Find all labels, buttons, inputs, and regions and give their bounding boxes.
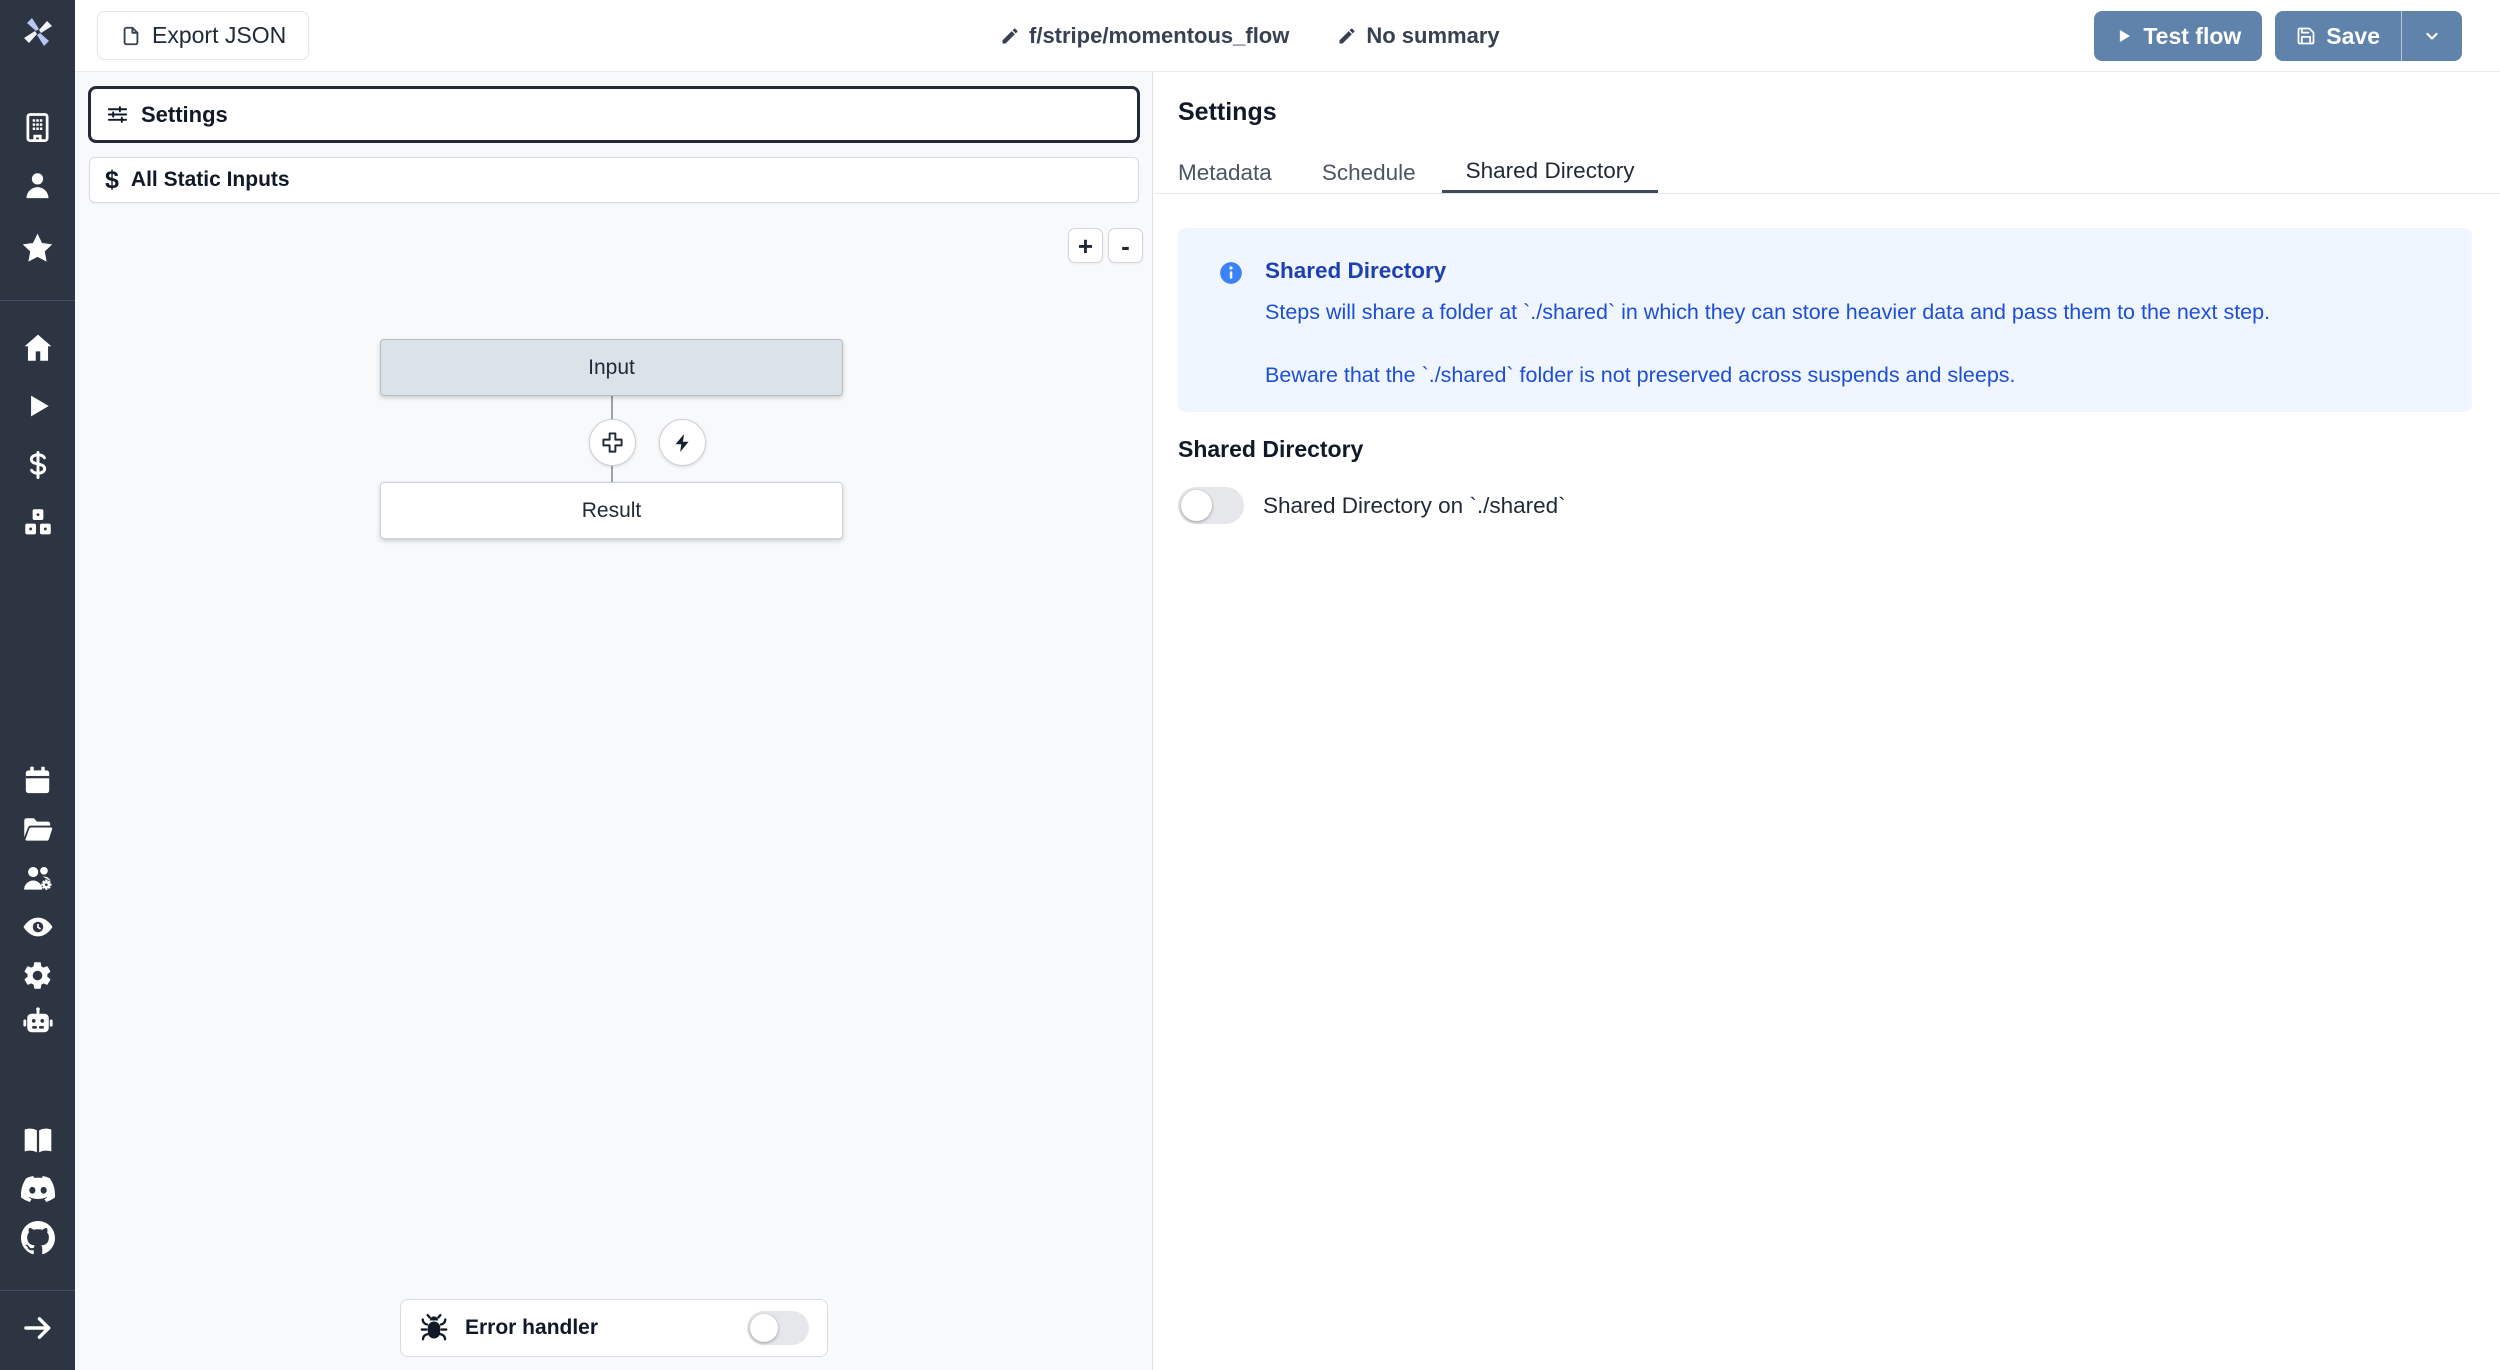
boxes-icon[interactable] [0, 501, 75, 545]
pencil-icon [1000, 26, 1020, 46]
arrow-right-icon[interactable] [0, 1306, 75, 1350]
folder-open-icon[interactable] [0, 808, 75, 852]
save-split-button: Save [2275, 11, 2462, 61]
eye-icon[interactable] [0, 905, 75, 949]
flow-settings-module[interactable]: Settings [88, 86, 1140, 143]
test-flow-button[interactable]: Test flow [2094, 11, 2262, 61]
info-box-line1: Steps will share a folder at `./shared` … [1265, 300, 2270, 325]
export-json-button[interactable]: Export JSON [97, 11, 309, 60]
save-button[interactable]: Save [2275, 11, 2402, 61]
tab-shared-directory[interactable]: Shared Directory [1442, 152, 1659, 193]
book-open-icon[interactable] [0, 1119, 75, 1163]
zoom-out-label: - [1121, 233, 1130, 259]
error-handler-module[interactable]: Error handler [400, 1299, 828, 1357]
error-handler-label: Error handler [465, 1316, 731, 1340]
topbar: Export JSON f/stripe/momentous_flow No s… [75, 0, 2500, 72]
shared-directory-info-box: Shared Directory Steps will share a fold… [1178, 228, 2472, 412]
tab-metadata[interactable]: Metadata [1178, 152, 1272, 193]
flow-settings-label: Settings [141, 102, 228, 128]
play-icon[interactable] [0, 384, 75, 428]
info-box-line2: Beware that the `./shared` folder is not… [1265, 363, 2016, 388]
flow-summary-edit[interactable]: No summary [1337, 23, 1499, 49]
flow-settings-panel: Settings Metadata Schedule Shared Direct… [1154, 72, 2500, 1370]
sidebar-divider [0, 300, 75, 301]
discord-icon[interactable] [0, 1167, 75, 1211]
dollar-sign-icon[interactable] [0, 443, 75, 487]
shared-directory-toggle-label: Shared Directory on `./shared` [1263, 493, 1566, 519]
all-static-inputs-module[interactable]: $ All Static Inputs [89, 157, 1139, 203]
toggle-knob [1181, 490, 1212, 521]
sidebar-divider [0, 1290, 75, 1291]
input-node-label: Input [588, 356, 635, 380]
github-icon[interactable] [0, 1216, 75, 1260]
error-handler-toggle[interactable] [747, 1311, 809, 1345]
user-icon[interactable] [0, 163, 75, 207]
zap-icon [672, 432, 694, 454]
result-node[interactable]: Result [380, 482, 843, 539]
building-icon[interactable] [0, 105, 75, 149]
result-node-label: Result [582, 499, 642, 523]
zoom-in-button[interactable]: + [1068, 228, 1103, 263]
sliders-icon [106, 103, 129, 126]
flow-editor-canvas: Settings $ All Static Inputs + - Input R… [75, 72, 1153, 1370]
flow-path-edit[interactable]: f/stripe/momentous_flow [1000, 23, 1289, 49]
all-static-inputs-label: All Static Inputs [131, 168, 290, 192]
tab-schedule[interactable]: Schedule [1322, 152, 1416, 193]
shared-directory-toggle-row: Shared Directory on `./shared` [1178, 487, 1566, 524]
shared-directory-toggle[interactable] [1178, 487, 1244, 524]
toggle-knob [750, 1314, 778, 1342]
info-box-title: Shared Directory [1265, 258, 1446, 284]
input-node[interactable]: Input [380, 339, 843, 396]
test-flow-label: Test flow [2143, 23, 2241, 50]
save-dropdown-button[interactable] [2402, 11, 2462, 61]
insert-step-button[interactable] [589, 419, 636, 466]
star-icon[interactable] [0, 226, 75, 270]
bug-icon [419, 1313, 449, 1343]
flow-header: f/stripe/momentous_flow No summary [1000, 0, 1500, 72]
trigger-button[interactable] [659, 419, 706, 466]
settings-panel-title: Settings [1178, 98, 1277, 127]
shared-directory-section-title: Shared Directory [1178, 436, 1363, 463]
plus-cross-icon [601, 431, 624, 454]
zoom-in-label: + [1078, 233, 1093, 259]
dollar-sign-icon: $ [105, 166, 119, 195]
windmill-logo[interactable] [0, 10, 75, 54]
settings-tabbar: Metadata Schedule Shared Directory [1154, 152, 2500, 194]
save-label: Save [2326, 23, 2380, 50]
zoom-out-button[interactable]: - [1108, 228, 1143, 263]
gear-icon[interactable] [0, 953, 75, 997]
home-icon[interactable] [0, 326, 75, 370]
pencil-icon [1337, 26, 1357, 46]
flow-path-label: f/stripe/momentous_flow [1029, 23, 1289, 49]
flow-summary-label: No summary [1366, 23, 1499, 49]
topbar-actions: Test flow Save [2094, 11, 2462, 61]
robot-icon[interactable] [0, 1000, 75, 1044]
calendar-icon[interactable] [0, 758, 75, 802]
users-gear-icon[interactable] [0, 856, 75, 900]
chevron-down-icon [2422, 26, 2442, 46]
file-export-icon [120, 25, 142, 47]
sidebar [0, 0, 75, 1370]
export-json-label: Export JSON [152, 22, 286, 49]
info-icon [1218, 260, 1244, 286]
save-icon [2296, 26, 2316, 46]
play-icon [2115, 27, 2133, 45]
